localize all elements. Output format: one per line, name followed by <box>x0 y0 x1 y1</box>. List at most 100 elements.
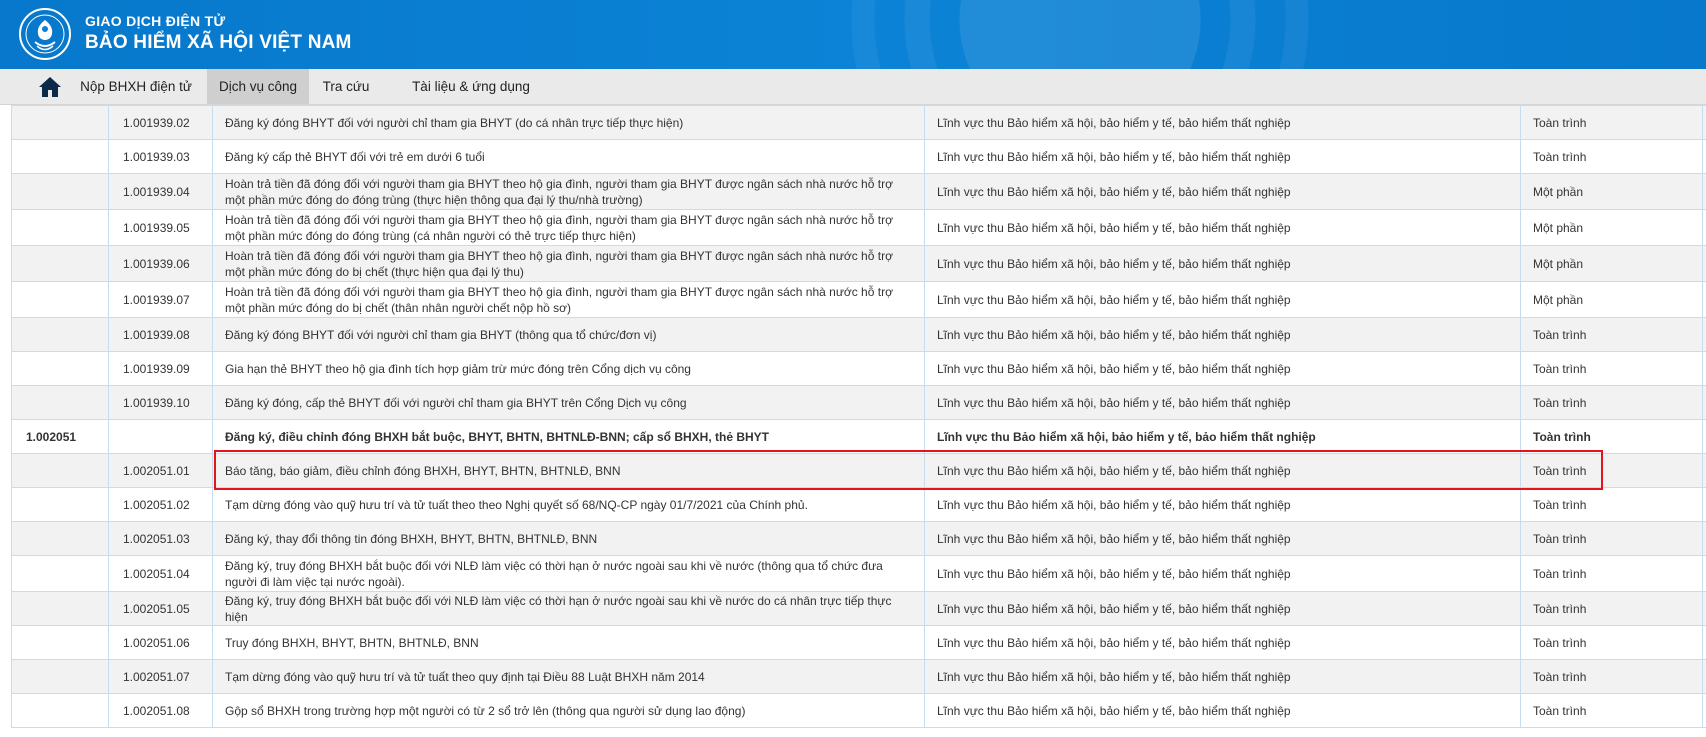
table-row[interactable]: 1.002051.06 Truy đóng BHXH, BHYT, BHTN, B… <box>11 625 1706 660</box>
nav-item-tai-lieu[interactable]: Tài liệu & ứng dụng <box>388 69 554 104</box>
level-cell: Toàn trình <box>1520 139 1703 174</box>
extra-cell <box>1702 521 1706 556</box>
procedure-name-cell[interactable]: Tạm dừng đóng vào quỹ hưu trí và tử tuất… <box>212 659 925 694</box>
nav-item-nop-bhxh[interactable]: Nộp BHXH điện tử <box>76 69 196 104</box>
procedure-name-cell[interactable]: Đăng ký, truy đóng BHXH bắt buộc đối với… <box>212 591 925 626</box>
procedure-code-cell: 1.001939.05 <box>108 209 213 246</box>
procedure-name-cell[interactable]: Gộp sổ BHXH trong trường hợp một người c… <box>212 693 925 728</box>
group-code-cell <box>11 317 109 352</box>
procedure-name-cell[interactable]: Đăng ký, truy đóng BHXH bắt buộc đối với… <box>212 555 925 592</box>
field-cell: Lĩnh vực thu Bảo hiểm xã hội, bảo hiểm y… <box>924 209 1521 246</box>
main-nav: Nộp BHXH điện tử Dịch vụ công Tra cứu Tà… <box>0 69 1706 105</box>
procedure-name-cell[interactable]: Đăng ký đóng BHYT đối với người chỉ tham… <box>212 105 925 140</box>
group-code-cell <box>11 453 109 488</box>
bhxh-logo-icon[interactable] <box>17 6 73 62</box>
procedure-code-cell: 1.002051.08 <box>108 693 213 728</box>
table-row[interactable]: 1.001939.10 Đăng ký đóng, cấp thẻ BHYT đố… <box>11 385 1706 420</box>
field-cell: Lĩnh vực thu Bảo hiểm xã hội, bảo hiểm y… <box>924 693 1521 728</box>
group-code-cell <box>11 351 109 386</box>
procedure-code-cell: 1.001939.07 <box>108 281 213 318</box>
table-row[interactable]: 1.001939.07 Hoàn trả tiền đã đóng đối với… <box>11 281 1706 318</box>
procedure-code-cell: 1.002051.03 <box>108 521 213 556</box>
table-row[interactable]: 1.002051.02 Tạm dừng đóng vào quỹ hưu trí… <box>11 487 1706 522</box>
procedure-table-container: 1.001939.02 Đăng ký đóng BHYT đối với ngư… <box>0 105 1706 737</box>
table-row[interactable]: 1.001939.05 Hoàn trả tiền đã đóng đối với… <box>11 209 1706 246</box>
table-row[interactable]: 1.002051.04 Đăng ký, truy đóng BHXH bắt b… <box>11 555 1706 592</box>
procedure-name-cell[interactable]: Tạm dừng đóng vào quỹ hưu trí và tử tuất… <box>212 487 925 522</box>
procedure-code-cell: 1.001939.08 <box>108 317 213 352</box>
procedure-code-cell <box>108 419 213 454</box>
table-row[interactable]: 1.001939.09 Gia hạn thẻ BHYT theo hộ gia … <box>11 351 1706 386</box>
level-cell: Toàn trình <box>1520 105 1703 140</box>
level-cell: Toàn trình <box>1520 521 1703 556</box>
table-row[interactable]: 1.002051.03 Đăng ký, thay đổi thông tin đ… <box>11 521 1706 556</box>
procedure-name-cell[interactable]: Đăng ký cấp thẻ BHYT đối với trẻ em dưới… <box>212 139 925 174</box>
level-cell: Một phần <box>1520 173 1703 210</box>
home-icon[interactable] <box>38 76 62 98</box>
procedure-code-cell: 1.001939.04 <box>108 173 213 210</box>
procedure-name-cell[interactable]: Hoàn trả tiền đã đóng đối với người tham… <box>212 173 925 210</box>
nav-item-tra-cuu[interactable]: Tra cứu <box>313 69 379 104</box>
extra-cell <box>1702 351 1706 386</box>
field-cell: Lĩnh vực thu Bảo hiểm xã hội, bảo hiểm y… <box>924 317 1521 352</box>
table-row[interactable]: 1.001939.02 Đăng ký đóng BHYT đối với ngư… <box>11 105 1706 140</box>
field-cell: Lĩnh vực thu Bảo hiểm xã hội, bảo hiểm y… <box>924 521 1521 556</box>
header-banner: GIAO DỊCH ĐIỆN TỬ BẢO HIỂM XÃ HỘI VIỆT N… <box>0 0 1706 69</box>
level-cell: Một phần <box>1520 245 1703 282</box>
field-cell: Lĩnh vực thu Bảo hiểm xã hội, bảo hiểm y… <box>924 625 1521 660</box>
group-code-cell <box>11 385 109 420</box>
group-code-cell <box>11 591 109 626</box>
procedure-name-cell[interactable]: Gia hạn thẻ BHYT theo hộ gia đình tích h… <box>212 351 925 386</box>
level-cell: Toàn trình <box>1520 453 1703 488</box>
procedure-name-cell[interactable]: Truy đóng BHXH, BHYT, BHTN, BHTNLĐ, BNN <box>212 625 925 660</box>
field-cell: Lĩnh vực thu Bảo hiểm xã hội, bảo hiểm y… <box>924 173 1521 210</box>
brand-subtitle: GIAO DỊCH ĐIỆN TỬ <box>85 13 226 29</box>
procedure-name-cell[interactable]: Hoàn trả tiền đã đóng đối với người tham… <box>212 209 925 246</box>
nav-item-dich-vu-cong[interactable]: Dịch vụ công <box>207 69 309 104</box>
extra-cell <box>1702 487 1706 522</box>
group-code-cell <box>11 487 109 522</box>
procedure-name-cell[interactable]: Đăng ký đóng BHYT đối với người chỉ tham… <box>212 317 925 352</box>
procedure-name-cell[interactable]: Đăng ký đóng, cấp thẻ BHYT đối với người… <box>212 385 925 420</box>
procedure-code-cell: 1.001939.10 <box>108 385 213 420</box>
extra-cell <box>1702 173 1706 210</box>
extra-cell <box>1702 385 1706 420</box>
field-cell: Lĩnh vực thu Bảo hiểm xã hội, bảo hiểm y… <box>924 281 1521 318</box>
procedure-name-cell[interactable]: Đăng ký, điều chỉnh đóng BHXH bắt buộc, … <box>212 419 925 454</box>
field-cell: Lĩnh vực thu Bảo hiểm xã hội, bảo hiểm y… <box>924 351 1521 386</box>
procedure-name-cell[interactable]: Hoàn trả tiền đã đóng đối với người tham… <box>212 245 925 282</box>
table-row[interactable]: 1.002051.07 Tạm dừng đóng vào quỹ hưu trí… <box>11 659 1706 694</box>
table-row[interactable]: 1.002051.01 Báo tăng, báo giảm, điều chỉn… <box>11 453 1706 488</box>
field-cell: Lĩnh vực thu Bảo hiểm xã hội, bảo hiểm y… <box>924 245 1521 282</box>
extra-cell <box>1702 555 1706 592</box>
procedure-name-cell[interactable]: Đăng ký, thay đổi thông tin đóng BHXH, B… <box>212 521 925 556</box>
extra-cell <box>1702 453 1706 488</box>
table-row[interactable]: 1.001939.03 Đăng ký cấp thẻ BHYT đối với … <box>11 139 1706 174</box>
extra-cell <box>1702 209 1706 246</box>
level-cell: Toàn trình <box>1520 625 1703 660</box>
table-group-row[interactable]: 1.002051 Đăng ký, điều chỉnh đóng BHXH bắ… <box>11 419 1706 454</box>
table-row[interactable]: 1.001939.04 Hoàn trả tiền đã đóng đối với… <box>11 173 1706 210</box>
table-row[interactable]: 1.001939.08 Đăng ký đóng BHYT đối với ngư… <box>11 317 1706 352</box>
table-row[interactable]: 1.001939.06 Hoàn trả tiền đã đóng đối với… <box>11 245 1706 282</box>
extra-cell <box>1702 625 1706 660</box>
table-row[interactable]: 1.002051.08 Gộp sổ BHXH trong trường hợp … <box>11 693 1706 728</box>
extra-cell <box>1702 317 1706 352</box>
procedure-code-cell: 1.002051.05 <box>108 591 213 626</box>
field-cell: Lĩnh vực thu Bảo hiểm xã hội, bảo hiểm y… <box>924 453 1521 488</box>
field-cell: Lĩnh vực thu Bảo hiểm xã hội, bảo hiểm y… <box>924 555 1521 592</box>
procedure-name-cell[interactable]: Báo tăng, báo giảm, điều chỉnh đóng BHXH… <box>212 453 925 488</box>
procedure-code-cell: 1.002051.07 <box>108 659 213 694</box>
table-row[interactable]: 1.002051.05 Đăng ký, truy đóng BHXH bắt b… <box>11 591 1706 626</box>
procedure-name-cell[interactable]: Hoàn trả tiền đã đóng đối với người tham… <box>212 281 925 318</box>
procedure-code-cell: 1.002051.04 <box>108 555 213 592</box>
field-cell: Lĩnh vực thu Bảo hiểm xã hội, bảo hiểm y… <box>924 139 1521 174</box>
procedure-table: 1.001939.02 Đăng ký đóng BHYT đối với ngư… <box>11 105 1706 728</box>
extra-cell <box>1702 105 1706 140</box>
level-cell: Một phần <box>1520 281 1703 318</box>
level-cell: Toàn trình <box>1520 487 1703 522</box>
procedure-code-cell: 1.002051.02 <box>108 487 213 522</box>
group-code-cell <box>11 139 109 174</box>
field-cell: Lĩnh vực thu Bảo hiểm xã hội, bảo hiểm y… <box>924 591 1521 626</box>
extra-cell <box>1702 419 1706 454</box>
